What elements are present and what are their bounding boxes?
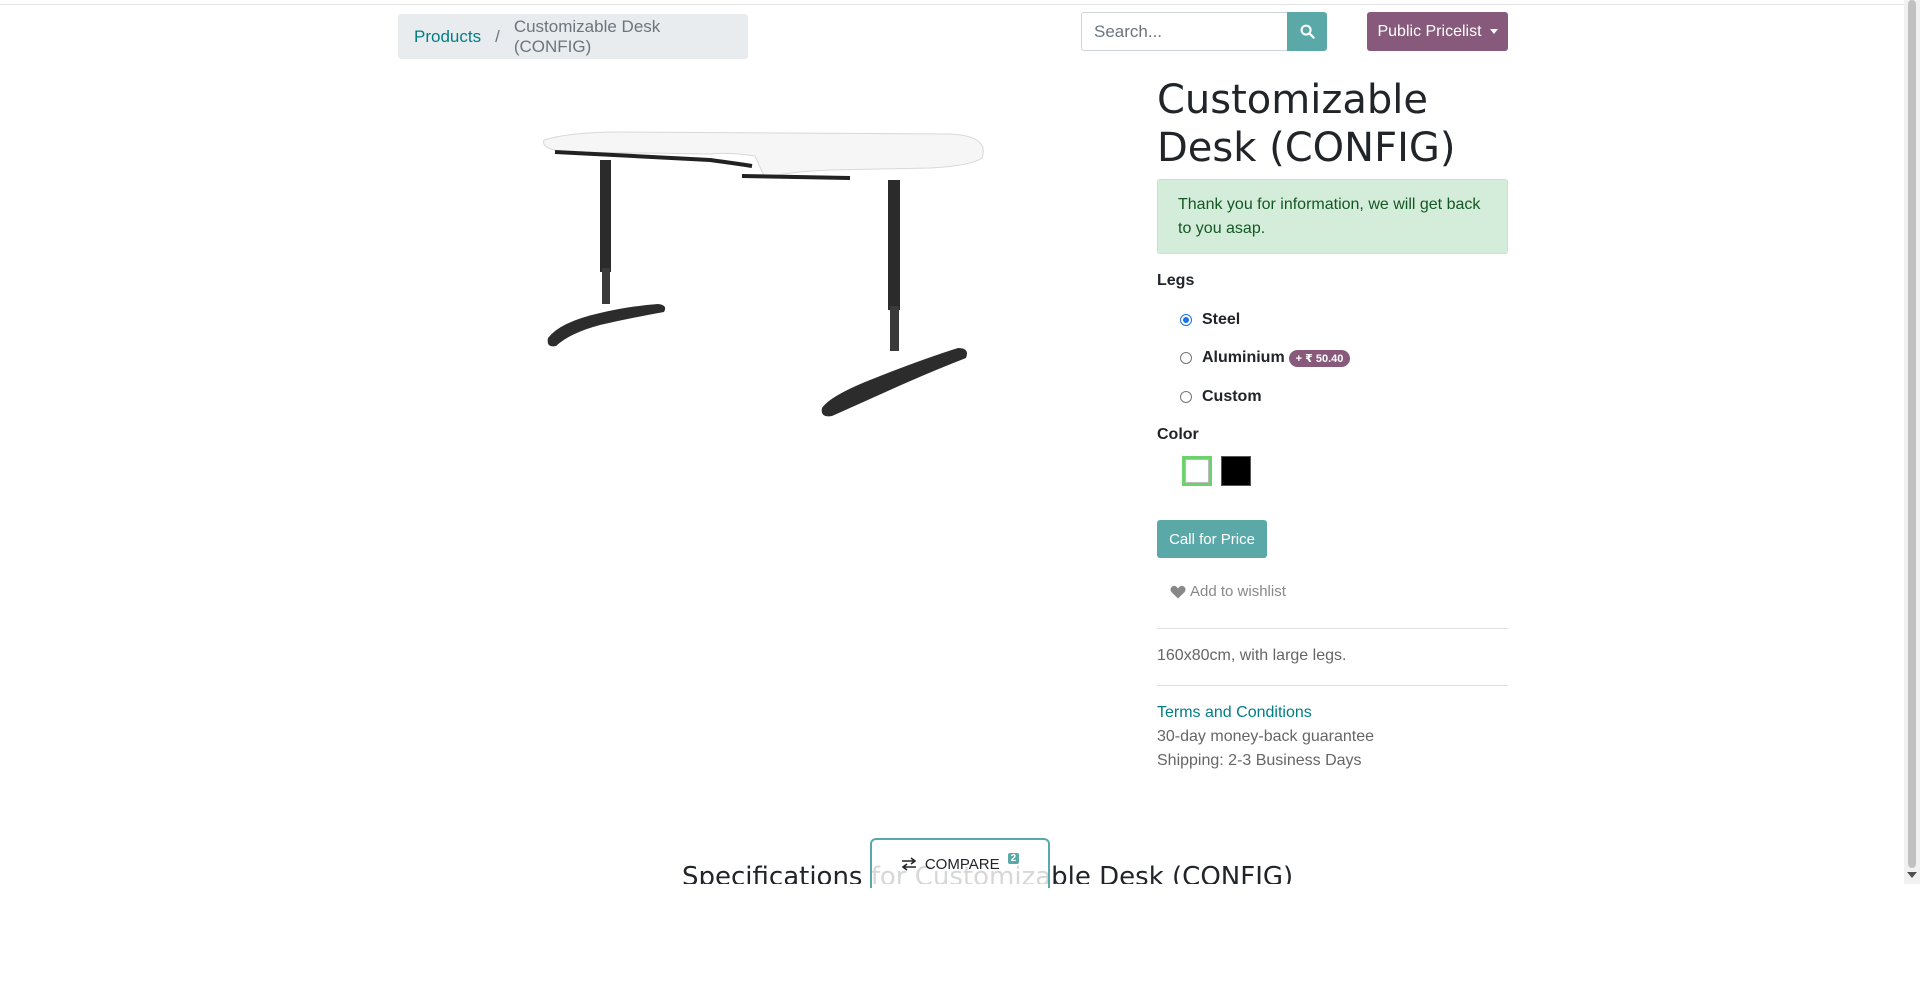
breadcrumb-products-link[interactable]: Products <box>414 27 481 47</box>
price-extra-badge: + ₹ 50.40 <box>1288 349 1351 367</box>
guarantee-text: 30-day money-back guarantee <box>1157 728 1375 745</box>
exchange-icon <box>901 857 917 871</box>
steel-label: Steel <box>1202 311 1241 328</box>
product-image <box>543 131 984 417</box>
search-button[interactable] <box>1287 12 1327 51</box>
top-rule <box>0 0 1904 5</box>
divider <box>1157 685 1508 686</box>
color-swatch-black[interactable] <box>1221 456 1251 486</box>
terms-link[interactable]: Terms and Conditions <box>1157 704 1312 722</box>
breadcrumb-current: Customizable Desk (CONFIG) <box>513 16 661 56</box>
add-to-wishlist-link[interactable]: Add to wishlist <box>1170 583 1286 600</box>
breadcrumb: Products / Customizable Desk (CONFIG) <box>398 14 748 59</box>
steel-radio[interactable] <box>1180 314 1192 326</box>
compare-button[interactable]: COMPARE 2 <box>870 838 1050 888</box>
product-title: Customizable Desk (CONFIG) <box>1157 77 1456 171</box>
color-label: Color <box>1157 426 1199 443</box>
pricelist-dropdown[interactable]: Public Pricelist <box>1367 12 1508 51</box>
compare-count-badge: 2 <box>1007 852 1020 864</box>
legs-option-steel[interactable]: Steel <box>1180 311 1240 329</box>
search-input[interactable] <box>1081 12 1287 51</box>
product-description: 160x80cm, with large legs. <box>1157 647 1347 664</box>
info-alert: Thank you for information, we will get b… <box>1157 179 1508 254</box>
breadcrumb-separator: / <box>495 26 500 46</box>
aluminium-label: Aluminium <box>1202 349 1285 366</box>
legs-option-aluminium[interactable]: Aluminium + ₹ 50.40 <box>1180 349 1351 367</box>
search-icon <box>1300 24 1315 39</box>
color-swatch-white[interactable] <box>1182 456 1212 486</box>
legs-label: Legs <box>1157 272 1195 289</box>
custom-radio[interactable] <box>1180 391 1192 403</box>
custom-label: Custom <box>1202 388 1262 405</box>
compare-label: COMPARE <box>924 855 1000 873</box>
legs-option-custom[interactable]: Custom <box>1180 388 1262 406</box>
divider <box>1157 628 1508 629</box>
wishlist-label: Add to wishlist <box>1190 583 1286 600</box>
shipping-text: Shipping: 2-3 Business Days <box>1157 752 1362 769</box>
heart-icon <box>1170 585 1186 598</box>
aluminium-radio[interactable] <box>1180 352 1192 364</box>
caret-down-icon <box>1489 29 1498 34</box>
scroll-down-arrow-icon[interactable] <box>1907 872 1917 878</box>
pricelist-label: Public Pricelist <box>1377 22 1482 40</box>
call-for-price-button[interactable]: Call for Price <box>1157 520 1267 558</box>
search-form <box>1081 12 1327 51</box>
scrollbar-thumb[interactable] <box>1908 0 1916 868</box>
